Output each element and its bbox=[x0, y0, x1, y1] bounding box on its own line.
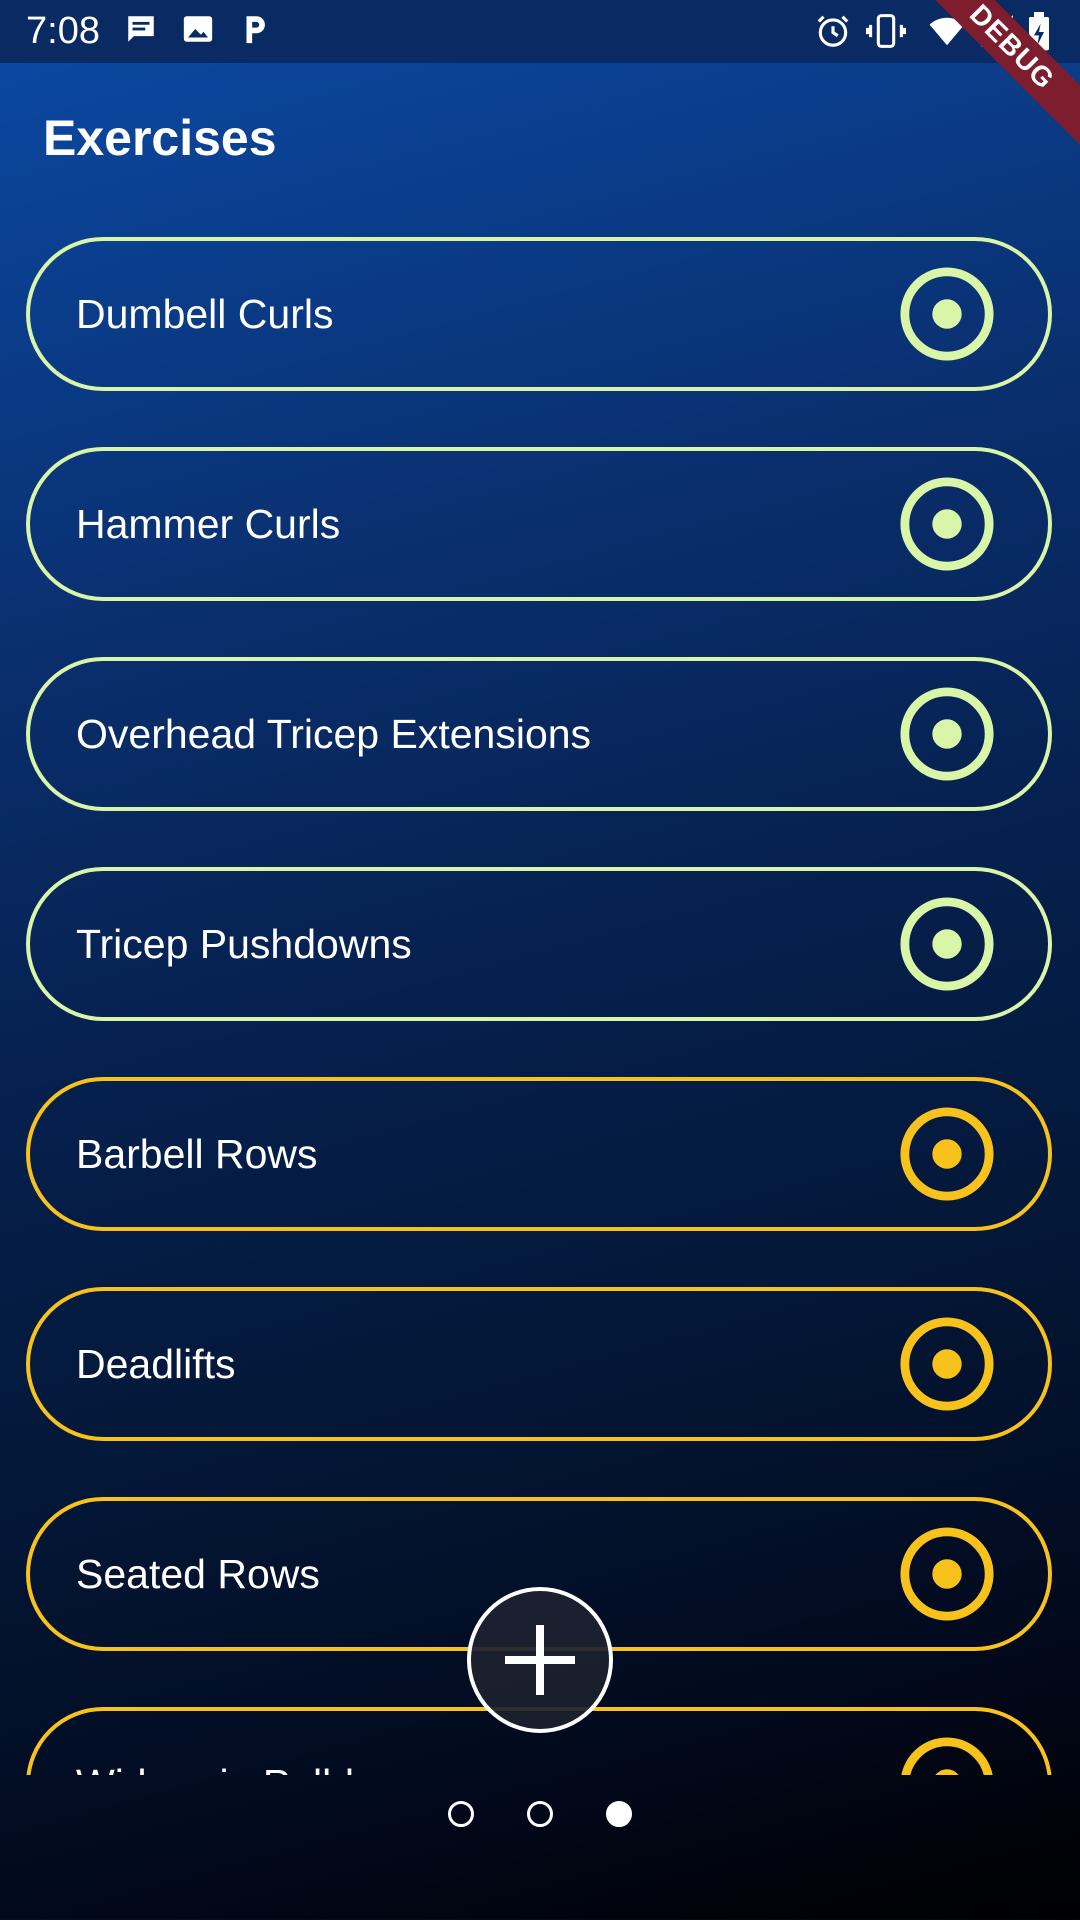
exercise-name: Wide-grip Pulldowns bbox=[76, 1711, 450, 1775]
page-dot[interactable] bbox=[606, 1801, 632, 1827]
radio-selected-icon[interactable] bbox=[898, 475, 996, 573]
image-icon bbox=[183, 16, 213, 42]
alarm-icon bbox=[817, 15, 849, 47]
exercise-item[interactable]: Dumbell Curls bbox=[26, 237, 1052, 391]
exercise-item[interactable]: Barbell Rows bbox=[26, 1077, 1052, 1231]
radio-selected-icon[interactable] bbox=[898, 1525, 996, 1623]
page-dot[interactable] bbox=[448, 1801, 474, 1827]
status-time: 7:08 bbox=[26, 10, 100, 52]
exercise-item[interactable]: Deadlifts bbox=[26, 1287, 1052, 1441]
exercise-item[interactable]: Overhead Tricep Extensions bbox=[26, 657, 1052, 811]
exercise-item[interactable]: Tricep Pushdowns bbox=[26, 867, 1052, 1021]
vibrate-icon bbox=[866, 14, 906, 48]
exercise-list: Dumbell Curls Hammer Curls Overhead Tricep… bbox=[0, 230, 1080, 1775]
radio-selected-icon[interactable] bbox=[898, 1315, 996, 1413]
status-bar: 7:08 bbox=[0, 0, 1080, 63]
radio-selected-icon[interactable] bbox=[898, 685, 996, 783]
page-dot[interactable] bbox=[527, 1801, 553, 1827]
exercise-name: Deadlifts bbox=[76, 1341, 236, 1387]
radio-selected-icon[interactable] bbox=[898, 1105, 996, 1203]
message-icon bbox=[128, 16, 154, 42]
radio-selected-icon[interactable] bbox=[898, 1735, 996, 1775]
exercise-item[interactable]: Hammer Curls bbox=[26, 447, 1052, 601]
exercise-name: Hammer Curls bbox=[76, 501, 341, 547]
radio-selected-icon[interactable] bbox=[898, 895, 996, 993]
parking-icon bbox=[246, 16, 265, 44]
add-exercise-button[interactable] bbox=[467, 1587, 613, 1733]
plus-icon bbox=[505, 1625, 575, 1695]
exercise-name: Overhead Tricep Extensions bbox=[76, 711, 592, 757]
exercise-name: Dumbell Curls bbox=[76, 291, 334, 337]
exercise-name: Barbell Rows bbox=[76, 1131, 318, 1177]
page-title: Exercises bbox=[43, 110, 277, 166]
radio-selected-icon[interactable] bbox=[898, 265, 996, 363]
exercise-name: Seated Rows bbox=[76, 1551, 320, 1597]
exercise-name: Tricep Pushdowns bbox=[76, 921, 412, 967]
